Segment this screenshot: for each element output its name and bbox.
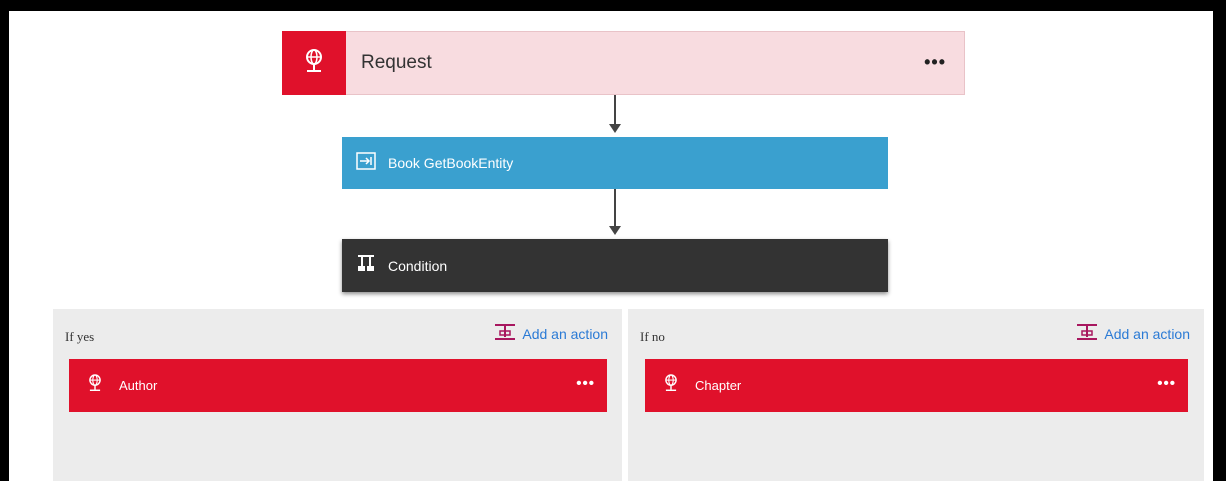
add-action-button-yes[interactable]: Add an action	[494, 323, 608, 344]
chapter-action-card[interactable]: Chapter •••	[645, 359, 1188, 412]
connector-arrow-icon	[609, 226, 621, 235]
connector-arrow-icon	[609, 124, 621, 133]
add-action-icon	[1076, 323, 1098, 344]
request-title: Request	[361, 52, 432, 73]
globe-icon	[87, 373, 103, 398]
globe-icon	[303, 48, 325, 79]
connector-line	[614, 189, 616, 227]
chapter-action-title: Chapter	[695, 378, 742, 393]
author-action-title: Author	[119, 378, 158, 393]
add-action-icon	[494, 323, 516, 344]
add-action-label: Add an action	[522, 325, 608, 342]
designer-canvas: Request ••• Book GetBookEntity Condition…	[9, 11, 1213, 481]
connector-line	[614, 95, 616, 125]
request-icon-box	[282, 31, 346, 95]
globe-icon	[663, 373, 679, 398]
author-more-button[interactable]: •••	[576, 375, 595, 392]
condition-card[interactable]: Condition	[342, 239, 888, 292]
condition-title: Condition	[388, 257, 448, 274]
add-action-label: Add an action	[1104, 325, 1190, 342]
condition-icon	[356, 253, 376, 278]
branch-if-no: If no Add an action Chapter •••	[628, 309, 1204, 481]
book-action-card[interactable]: Book GetBookEntity	[342, 137, 888, 189]
function-icon	[356, 151, 376, 175]
add-action-button-no[interactable]: Add an action	[1076, 323, 1190, 344]
branch-if-yes: If yes Add an action Author •••	[53, 309, 622, 481]
request-more-button[interactable]: •••	[924, 52, 946, 73]
chapter-more-button[interactable]: •••	[1157, 375, 1176, 392]
branch-no-label: If no	[640, 329, 665, 344]
book-action-title: Book GetBookEntity	[388, 155, 514, 171]
request-trigger-card[interactable]: Request •••	[282, 31, 965, 95]
author-action-card[interactable]: Author •••	[69, 359, 607, 412]
branch-yes-label: If yes	[65, 329, 95, 344]
